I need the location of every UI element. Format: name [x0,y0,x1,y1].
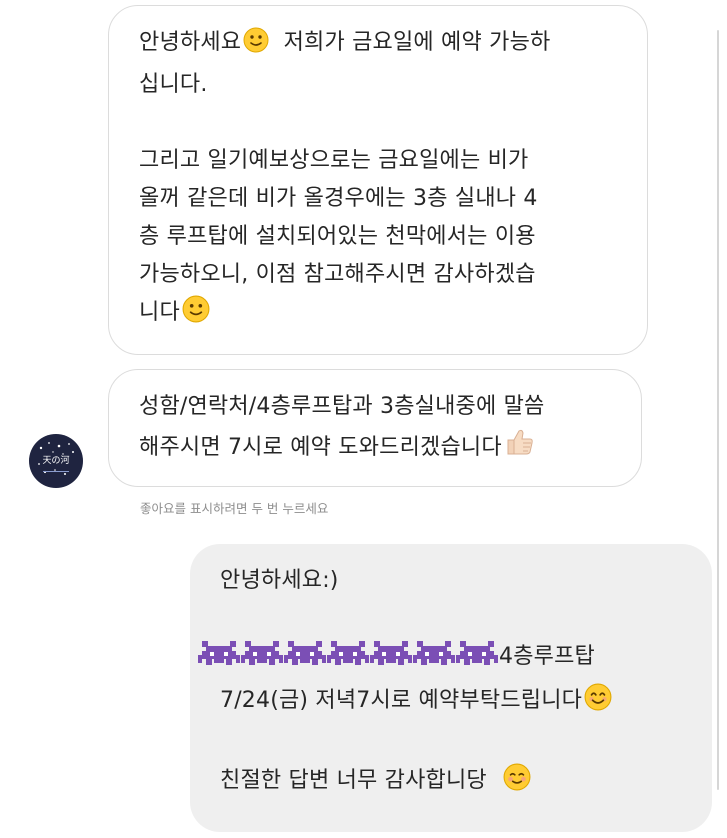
message-line: 니다 [139,300,180,325]
message-line: 해주시면 7시로 예약 도와드리겠습니다 [139,435,502,460]
smiling-face-icon [503,763,531,804]
message-line: 올꺼 같은데 비가 올경우에는 3층 실내나 4 [139,186,538,211]
message-line: 층 루프탑에 설치되어있는 천막에서는 이용 [139,224,536,249]
alien-monster-icons [198,638,499,682]
message-text: 안녕하세요:) 4층루프탑 7/24(금) 저녁7시로 예약부탁드립니다 친절한… [198,562,682,804]
incoming-message-bubble[interactable]: 안녕하세요 저희가 금요일에 예약 가능하 십니다. 그리고 일기예보상으로는 … [108,5,648,355]
alien-monster-icon [456,639,498,682]
avatar-label: 天の河 [42,456,70,466]
alien-monster-icon [284,639,326,682]
alien-monster-icon [370,639,412,682]
alien-monster-icon [241,639,283,682]
slightly-smiling-face-icon [182,295,210,336]
slightly-smiling-face-icon [243,27,269,66]
message-text: 안녕하세요 저희가 금요일에 예약 가능하 십니다. 그리고 일기예보상으로는 … [139,24,617,336]
scroll-edge [717,30,719,790]
outgoing-message-bubble[interactable]: 안녕하세요:) 4층루프탑 7/24(금) 저녁7시로 예약부탁드립니다 친절한… [190,544,712,832]
message-line: 안녕하세요:) [220,568,339,593]
alien-monster-icon [413,639,455,682]
message-line: 4층루프탑 [499,644,595,669]
message-line: 저희가 금요일에 예약 가능하 [283,30,551,55]
message-line: 친절한 답변 너무 감사합니당 [220,768,487,793]
smiling-face-with-smiling-eyes-icon [584,683,612,724]
message-line: 십니다. [139,72,208,97]
message-text: 성함/연락처/4층루프탑과 3층실내중에 말씀 해주시면 7시로 예약 도와드리… [139,388,611,471]
message-line: 7/24(금) 저녁7시로 예약부탁드립니다 [220,688,583,713]
alien-monster-icon [327,639,369,682]
message-line: 성함/연락처/4층루프탑과 3층실내중에 말씀 [139,394,545,419]
like-hint: 좋아요를 표시하려면 두 번 누르세요 [140,501,329,516]
alien-monster-icon [198,639,240,682]
thumbs-up-icon [504,426,536,471]
message-line: 안녕하세요 [139,30,242,55]
incoming-message-bubble[interactable]: 성함/연락처/4층루프탑과 3층실내중에 말씀 해주시면 7시로 예약 도와드리… [108,369,642,487]
avatar[interactable]: 天の河 [29,434,83,488]
message-line: 가능하오니, 이점 참고해주시면 감사하겠습 [139,262,536,287]
message-line: 그리고 일기예보상으로는 금요일에는 비가 [139,148,529,173]
